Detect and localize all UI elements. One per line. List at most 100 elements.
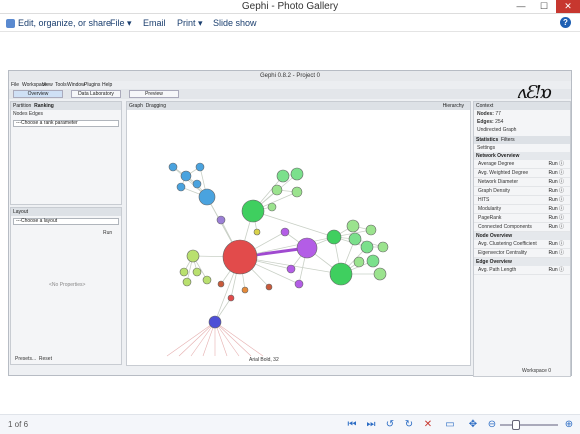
network-stat-row: Average Degree Run ⓘ: [474, 160, 570, 169]
network-stat-run: Run ⓘ: [548, 161, 564, 167]
graph-node: [195, 162, 205, 172]
gephi-screenshot: Gephi 0.8.2 - Project 0 File Workspace V…: [8, 70, 572, 377]
graph-node: [271, 184, 283, 196]
graph-node: [326, 229, 342, 245]
rotate-left-icon[interactable]: ↺: [383, 418, 397, 432]
gephi-menu-tools: Tools: [55, 82, 67, 88]
window-title: Gephi - Photo Gallery: [241, 1, 339, 12]
graph-node: [290, 167, 304, 181]
graph-edge: [252, 210, 335, 238]
network-stat-label: Avg. Weighted Degree: [478, 170, 529, 176]
gephi-node-overview: Node Overview: [474, 232, 570, 240]
email-button[interactable]: Email: [143, 17, 166, 29]
graph-node: [241, 286, 249, 294]
gephi-edge-overview: Edge Overview: [474, 258, 570, 266]
gephi-edges-count: Edges: 254: [477, 119, 504, 125]
slideshow-icon[interactable]: ▭: [443, 418, 457, 432]
network-stat-label: HITS: [478, 197, 490, 203]
gephi-graph-header: Graph Dragging Hierarchy: [127, 102, 470, 110]
zoom-out-icon[interactable]: ⊖: [485, 418, 499, 432]
node-stat-run: Run ⓘ: [548, 241, 564, 247]
graph-node: [241, 199, 265, 223]
network-stat-run: Run ⓘ: [548, 224, 564, 230]
gephi-ranking-header: Partition Ranking: [11, 102, 121, 110]
network-stat-label: Connected Components: [478, 224, 532, 230]
previous-icon[interactable]: ⏮: [345, 418, 359, 432]
network-stat-label: PageRank: [478, 215, 502, 221]
help-icon[interactable]: ?: [560, 17, 571, 28]
network-stat-label: Average Degree: [478, 161, 515, 167]
graph-node: [198, 188, 216, 206]
gephi-layout-header: Layout: [11, 208, 121, 216]
zoom-in-icon[interactable]: ⊕: [562, 418, 576, 432]
gephi-font-label: Arial Bold, 32: [249, 357, 279, 363]
graph-node: [186, 249, 200, 263]
edit-icon: [6, 19, 15, 29]
graph-edge: [214, 321, 264, 357]
graph-node: [353, 256, 365, 268]
maximize-button[interactable]: ☐: [533, 0, 555, 13]
actual-size-icon[interactable]: ✥: [466, 418, 480, 432]
gephi-workspace-label: Workspace 0: [522, 368, 552, 374]
minimize-button[interactable]: —: [510, 0, 532, 13]
graph-node: [202, 275, 212, 285]
graph-node: [253, 228, 261, 236]
slideshow-button[interactable]: Slide show: [213, 17, 257, 29]
gephi-tab-preview: Preview: [129, 90, 179, 98]
title-bar: Gephi - Photo Gallery — ☐ ✕: [0, 0, 580, 14]
node-stat-row: Eigenvector Centrality Run ⓘ: [474, 249, 570, 258]
gephi-layout-select: ---Choose a layout: [13, 218, 119, 225]
gephi-menu-plugins: Plugins: [84, 82, 101, 88]
gephi-menu-file: File: [11, 82, 20, 88]
print-menu[interactable]: Print ▾: [177, 17, 203, 29]
graph-node: [365, 224, 377, 236]
edit-organize-share-button[interactable]: Edit, organize, or share: [6, 17, 111, 29]
network-graph: [166, 162, 389, 357]
file-menu[interactable]: File ▾: [110, 17, 132, 29]
graph-node: [267, 202, 277, 212]
network-stat-run: Run ⓘ: [548, 206, 564, 212]
zoom-slider-thumb[interactable]: [512, 420, 520, 430]
network-stat-row: Modularity Run ⓘ: [474, 205, 570, 214]
gephi-node-stats: Avg. Clustering Coefficient Run ⓘ Eigenvec…: [474, 240, 570, 258]
network-stat-row: HITS Run ⓘ: [474, 196, 570, 205]
gephi-layout-panel: Layout ---Choose a layout Run <No Proper…: [10, 207, 122, 365]
graph-node: [377, 241, 389, 253]
graph-node: [217, 280, 225, 288]
graph-edge: [214, 321, 252, 357]
gephi-menu-view: View: [42, 82, 53, 88]
node-stat-label: Eigenvector Centrality: [478, 250, 527, 256]
network-stat-row: PageRank Run ⓘ: [474, 214, 570, 223]
graph-node: [291, 186, 303, 198]
graph-node: [294, 279, 304, 289]
gephi-menu-help: Help: [102, 82, 113, 88]
graph-node: [366, 254, 380, 268]
graph-node: [222, 239, 258, 275]
gephi-settings: Settings: [477, 145, 496, 151]
gephi-menu-window: Window: [67, 82, 85, 88]
delete-icon[interactable]: ✕: [421, 418, 435, 432]
graph-node: [192, 179, 202, 189]
network-stat-run: Run ⓘ: [548, 170, 564, 176]
bottom-bar: 1 of 6 ⏮ ⏭ ↺ ↻ ✕ ▭ ✥ ⊖ ⊕: [0, 414, 580, 434]
gephi-network-stats: Average Degree Run ⓘ Avg. Weighted Degree R…: [474, 160, 570, 232]
gephi-tab-overview: Overview: [13, 90, 63, 98]
edge-stat-run: Run ⓘ: [548, 267, 564, 273]
gephi-no-properties: <No Properties>: [49, 282, 86, 288]
graph-node: [276, 169, 290, 183]
graph-edge: [166, 321, 216, 357]
rotate-right-icon[interactable]: ↻: [402, 418, 416, 432]
next-icon[interactable]: ⏭: [364, 418, 378, 432]
gephi-ranking-panel: Partition Ranking Nodes Edges ---Choose …: [10, 101, 122, 205]
zoom-slider[interactable]: [500, 424, 558, 426]
gephi-statistics-panel: Context Nodes: 77 Edges: 254 Undirected …: [473, 101, 571, 377]
graph-node: [373, 267, 387, 281]
network-stat-run: Run ⓘ: [548, 215, 564, 221]
command-ribbon: Edit, organize, or share File ▾ Email Pr…: [0, 14, 580, 32]
network-stat-row: Network Diameter Run ⓘ: [474, 178, 570, 187]
graph-node: [192, 267, 202, 277]
gephi-workspace-tabs: Overview Data Laboratory Preview: [9, 89, 571, 99]
close-button[interactable]: ✕: [556, 0, 580, 13]
page-count: 1 of 6: [8, 420, 29, 429]
network-stat-row: Avg. Weighted Degree Run ⓘ: [474, 169, 570, 178]
